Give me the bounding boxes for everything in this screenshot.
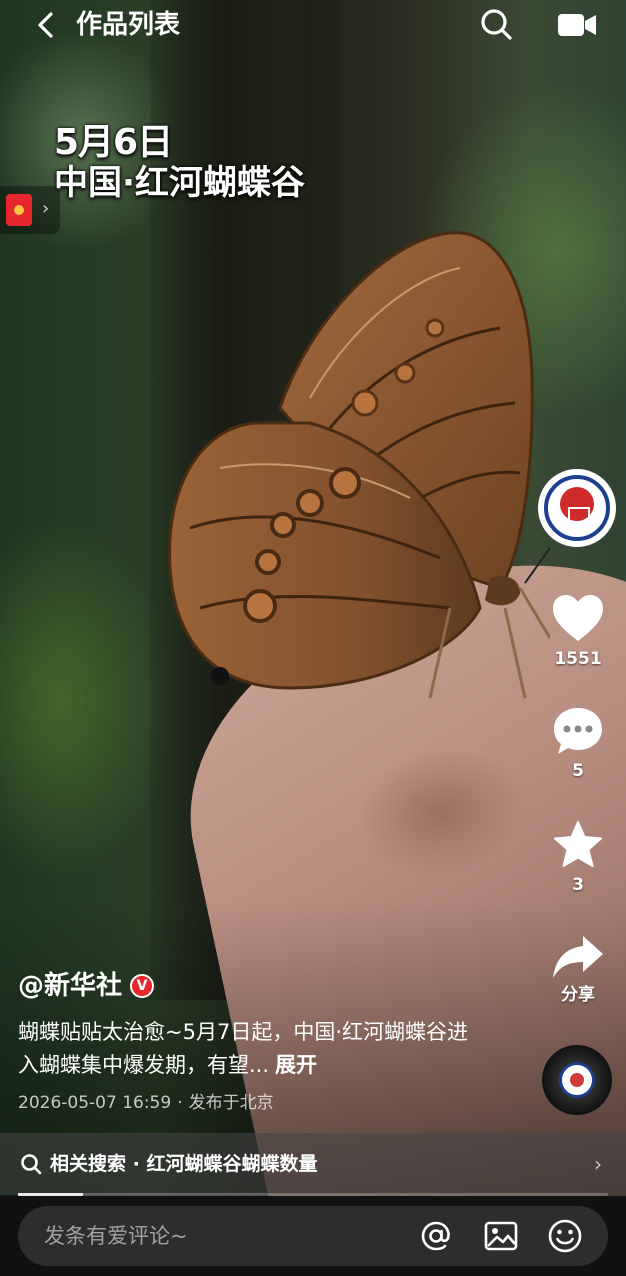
page-title: 作品列表	[76, 10, 181, 40]
favorite-button[interactable]: 3	[548, 820, 608, 896]
video-overlay-place: 中国·红河蝴蝶谷	[54, 163, 305, 203]
post-location: 发布于北京	[188, 1093, 274, 1113]
music-disc[interactable]	[542, 1045, 612, 1115]
search-icon	[21, 1154, 42, 1175]
share-label: 分享	[561, 985, 595, 1005]
star-icon	[554, 821, 602, 867]
emoji-icon[interactable]	[547, 1218, 583, 1254]
like-button[interactable]: 1551	[548, 594, 608, 670]
top-bar: 作品列表	[0, 0, 626, 52]
favorite-count: 3	[572, 875, 584, 895]
comment-count: 5	[572, 761, 584, 781]
red-packet-arrow: ›	[42, 198, 50, 219]
post-meta: 2026-05-07 16:59 · 发布于北京	[18, 1090, 274, 1116]
chevron-right-icon: ›	[594, 1152, 602, 1176]
comment-bubble-icon	[554, 708, 602, 754]
author-row: @新华社 V	[18, 968, 155, 1004]
comment-button[interactable]: 5	[548, 706, 608, 782]
meta-separator: ·	[177, 1093, 183, 1113]
music-disc-logo-icon	[559, 1062, 595, 1098]
author-avatar[interactable]	[538, 469, 616, 547]
image-icon[interactable]	[483, 1218, 519, 1254]
expand-button[interactable]: 展开	[275, 1053, 317, 1077]
video-overlay-date: 5月6日	[54, 122, 173, 163]
red-packet-widget[interactable]: ›	[0, 186, 60, 234]
related-search-label: 相关搜索 · 红河蝴蝶谷蝴蝶数量	[50, 1153, 318, 1175]
butterfly-image	[168, 231, 550, 699]
related-search-bar[interactable]: 相关搜索 · 红河蝴蝶谷蝴蝶数量 ›	[0, 1133, 626, 1195]
chevron-left-icon[interactable]	[30, 8, 64, 42]
search-icon[interactable]	[478, 6, 514, 42]
at-icon[interactable]	[418, 1218, 454, 1254]
verified-mark: V	[136, 978, 148, 994]
post-datetime: 2026-05-07 16:59	[18, 1093, 172, 1113]
share-arrow-icon	[553, 936, 603, 978]
xinhua-logo-icon	[544, 475, 610, 541]
verified-badge-icon: V	[130, 974, 155, 998]
like-count: 1551	[554, 649, 602, 669]
post-caption[interactable]: 蝴蝶贴贴太治愈~5月7日起，中国·红河蝴蝶谷进入蝴蝶集中爆发期，有望... 展开	[18, 1016, 468, 1082]
author-name[interactable]: @新华社	[18, 968, 122, 1004]
share-button[interactable]: 分享	[548, 934, 608, 1006]
comment-box[interactable]	[18, 1206, 608, 1266]
heart-icon	[553, 595, 603, 641]
caption-text: 蝴蝶贴贴太治愈~5月7日起，中国·红河蝴蝶谷进入蝴蝶集中爆发期，有望...	[18, 1020, 468, 1077]
video-camera-icon[interactable]	[556, 10, 598, 40]
comment-input[interactable]	[44, 1206, 404, 1266]
comment-bar	[0, 1196, 626, 1276]
red-envelope-icon	[6, 194, 32, 226]
